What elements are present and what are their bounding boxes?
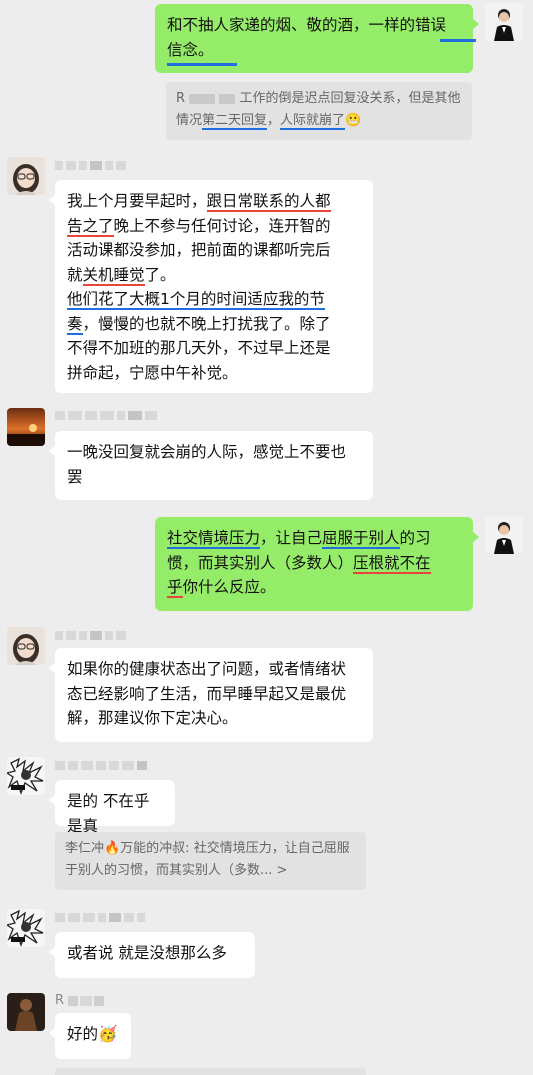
comic-art-icon — [7, 909, 45, 947]
person-photo-icon — [7, 993, 45, 1031]
person-speaker-icon — [485, 516, 523, 554]
grimace-emoji-icon: 😬 — [345, 113, 362, 128]
message-bubble-self-2[interactable]: 社交情境压力，让自己屈服于别人的习 惯，而其实别人（多数人）压根就不在 乎你什么… — [155, 517, 479, 611]
quoted-reply[interactable]: 李仁冲🔥万能的冲叔: 社交情境压力，让自己屈服于别人的习惯，而其实别人（多数..… — [55, 832, 366, 890]
contact-name-blurred — [55, 912, 145, 922]
girl-avatar-icon — [7, 157, 45, 195]
comic-art-icon — [7, 757, 45, 795]
message-text: 是的 不在乎是真 — [67, 792, 150, 835]
contact-avatar-comic[interactable] — [7, 909, 45, 947]
message-bubble-contact-6[interactable]: 好的🥳 — [49, 1013, 131, 1059]
contact-avatar-girl[interactable] — [7, 157, 45, 195]
contact-avatar-sunset[interactable] — [7, 408, 45, 446]
message-text: 和不抽人家递的烟、敬的酒，一样的错误信念。 — [167, 16, 447, 59]
quote-text-highlight: 第二天回复 — [202, 113, 268, 130]
message-text: 好的 — [67, 1025, 99, 1043]
quoted-reply[interactable]: R 工作的倒是迟点回复没关系，但是其他情况第二天回复，人际就崩了😬 — [166, 82, 472, 140]
annotation-underline — [440, 39, 476, 42]
message-text: 我上个月要早起时，跟日常联系的人都 告之了晚上不参与任何讨论，连开智的 活动课都… — [67, 192, 331, 382]
message-text: 或者说 就是没想那么多 — [67, 944, 227, 962]
message-text: 如果你的健康状态出了问题，或者情绪状态已经影响了生活，而早睡早起又是最优解，那建… — [67, 660, 347, 727]
contact-avatar-comic[interactable] — [7, 757, 45, 795]
contact-name-blurred — [55, 760, 147, 770]
message-bubble-contact-1[interactable]: 我上个月要早起时，跟日常联系的人都 告之了晚上不参与任何讨论，连开智的 活动课都… — [49, 180, 373, 393]
message-bubble-contact-3[interactable]: 如果你的健康状态出了问题，或者情绪状态已经影响了生活，而早睡早起又是最优解，那建… — [49, 648, 373, 742]
message-text: 一晚没回复就会崩的人际，感觉上不要也罢 — [67, 443, 347, 486]
self-avatar[interactable] — [485, 3, 523, 41]
girl-avatar-icon — [7, 627, 45, 665]
annotation-underline — [167, 63, 237, 66]
quote-text-highlight: 人际就崩了 — [280, 113, 346, 130]
message-bubble-contact-4[interactable]: 是的 不在乎是真 — [49, 780, 175, 835]
sunset-landscape-icon — [7, 408, 45, 446]
self-avatar[interactable] — [485, 516, 523, 554]
quote-text: 李仁冲🔥万能的冲叔: 社交情境压力，让自己屈服于别人的习惯，而其实别人（多数..… — [65, 841, 350, 878]
message-bubble-contact-2[interactable]: 一晚没回复就会崩的人际，感觉上不要也罢 — [49, 431, 373, 500]
message-bubble-contact-5[interactable]: 或者说 就是没想那么多 — [49, 932, 255, 978]
contact-name-blurred — [55, 160, 126, 170]
contact-name-blurred — [55, 410, 157, 420]
quote-sender-prefix: R — [176, 91, 186, 106]
partial-quote-bottom — [55, 1068, 366, 1075]
contact-avatar-girl[interactable] — [7, 627, 45, 665]
contact-avatar-person[interactable] — [7, 993, 45, 1031]
person-speaker-icon — [485, 3, 523, 41]
contact-name-blurred — [55, 630, 126, 640]
message-text: 社交情境压力，让自己屈服于别人的习 惯，而其实别人（多数人）压根就不在 乎你什么… — [167, 529, 431, 598]
party-emoji-icon: 🥳 — [98, 1025, 118, 1043]
contact-name-blurred: R — [55, 994, 105, 1008]
